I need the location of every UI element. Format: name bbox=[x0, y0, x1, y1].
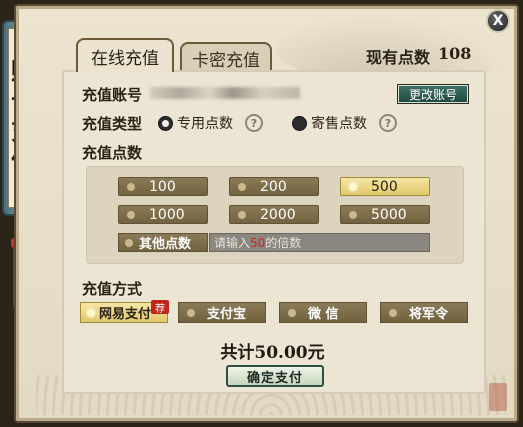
option-dot-icon bbox=[389, 308, 397, 317]
amount-label: 充值点数 bbox=[82, 144, 143, 162]
payment-option-label: 微 信 bbox=[308, 307, 339, 322]
option-dot-selected-icon bbox=[349, 182, 357, 191]
option-dot-icon bbox=[288, 308, 296, 317]
payment-label: 充值方式 bbox=[82, 280, 143, 298]
account-value-obscured bbox=[150, 87, 300, 99]
other-amount-input[interactable]: 请输入 50 的倍数 bbox=[209, 233, 430, 252]
placeholder-text: 的倍数 bbox=[265, 236, 302, 250]
payment-option-label: 支付宝 bbox=[207, 307, 247, 322]
other-amount-label: 其他点数 bbox=[139, 237, 192, 252]
option-dot-icon bbox=[238, 210, 246, 219]
option-label: 5000 bbox=[371, 206, 407, 223]
placeholder-number: 50 bbox=[250, 235, 266, 250]
seal-stamp bbox=[489, 383, 507, 411]
option-dot-icon bbox=[187, 308, 195, 317]
tab-online-recharge[interactable]: 在线充值 bbox=[76, 38, 174, 72]
total-amount: 共计50.00元 bbox=[220, 343, 325, 363]
placeholder-text: 请输入 bbox=[214, 236, 251, 250]
option-label: 200 bbox=[260, 178, 287, 195]
option-label: 500 bbox=[371, 178, 398, 195]
amount-option-100[interactable]: 100 bbox=[118, 177, 208, 196]
option-dot-icon bbox=[238, 182, 246, 191]
radio-label: 专用点数 bbox=[177, 116, 233, 132]
radio-consignment-points[interactable]: 寄售点数 ? bbox=[292, 113, 397, 133]
payment-option-label: 网易支付 bbox=[99, 307, 152, 322]
amount-option-2000[interactable]: 2000 bbox=[229, 205, 319, 224]
option-label: 1000 bbox=[149, 206, 185, 223]
account-label: 充值账号 bbox=[82, 86, 143, 104]
amount-option-200[interactable]: 200 bbox=[229, 177, 319, 196]
help-icon[interactable]: ? bbox=[379, 114, 397, 132]
amount-option-500[interactable]: 500 bbox=[340, 177, 430, 196]
payment-wechat[interactable]: 微 信 bbox=[279, 302, 367, 323]
option-dot-icon bbox=[349, 210, 357, 219]
payment-jiangjunling[interactable]: 将军令 bbox=[380, 302, 468, 323]
option-dot-icon bbox=[127, 210, 135, 219]
amount-option-1000[interactable]: 1000 bbox=[118, 205, 208, 224]
amount-option-5000[interactable]: 5000 bbox=[340, 205, 430, 224]
option-dot-icon bbox=[127, 182, 135, 191]
tab-card-recharge[interactable]: 卡密充值 bbox=[180, 42, 272, 72]
option-label: 2000 bbox=[260, 206, 296, 223]
confirm-payment-button[interactable]: 确定支付 bbox=[226, 365, 324, 387]
option-dot-selected-icon bbox=[87, 308, 95, 317]
recommended-badge: 荐 bbox=[151, 300, 169, 315]
other-amount-button[interactable]: 其他点数 bbox=[118, 233, 208, 252]
payment-alipay[interactable]: 支付宝 bbox=[178, 302, 266, 323]
radio-unselected-icon bbox=[292, 115, 307, 131]
option-dot-icon bbox=[125, 238, 133, 247]
radio-label: 寄售点数 bbox=[311, 116, 367, 132]
change-account-button[interactable]: 更改账号 bbox=[397, 84, 469, 104]
help-icon[interactable]: ? bbox=[245, 114, 263, 132]
points-label: 现有点数 bbox=[366, 48, 431, 67]
current-points: 现有点数 108 bbox=[366, 44, 471, 68]
payment-option-label: 将军令 bbox=[409, 307, 449, 322]
radio-selected-icon bbox=[158, 115, 173, 131]
option-label: 100 bbox=[149, 178, 176, 195]
radio-dedicated-points[interactable]: 专用点数 ? bbox=[158, 113, 263, 133]
close-button[interactable]: X bbox=[486, 9, 510, 33]
recharge-type-label: 充值类型 bbox=[82, 115, 143, 133]
points-value: 108 bbox=[438, 44, 472, 63]
